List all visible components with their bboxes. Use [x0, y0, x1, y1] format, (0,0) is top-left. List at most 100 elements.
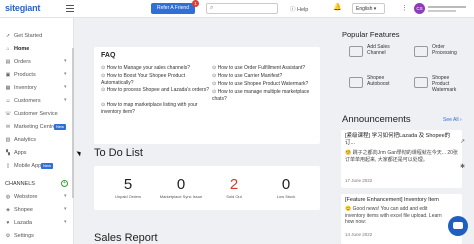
sidebar-item-label: Customer Service: [14, 111, 58, 117]
sidebar-item-marketing-centre[interactable]: ✉ Marketing Centre New: [0, 121, 74, 134]
faq-question[interactable]: ⊙ How to use manage multiple marketplace…: [212, 89, 318, 102]
faq-question-text: How to use manage multiple marketplace c…: [212, 89, 310, 102]
feature-label: Shopee Product Watermark: [432, 75, 457, 93]
globe-icon: ◍: [5, 194, 11, 200]
sidebar-item-label: Shopee: [14, 207, 33, 213]
faq-question-text: How to Manage your sales channels?: [106, 65, 190, 71]
new-tag: New: [41, 163, 54, 169]
faq-question[interactable]: ⊙ How to Boost Your Shopee Product Autom…: [101, 73, 209, 86]
announcement-card[interactable]: [紧级课程] 学习如何把Lazada 及 Shopee的订... 🧐 跳子之都向…: [341, 130, 462, 188]
watermark-icon: [414, 77, 428, 88]
todo-title: To Do List: [94, 147, 143, 159]
sidebar-item-get-started[interactable]: ➚ Get Started: [0, 30, 74, 43]
sidebar-item-customers[interactable]: ☺ Customers ▾: [0, 95, 74, 108]
search-input[interactable]: ⌕: [206, 3, 278, 14]
stat-value: 0: [176, 176, 186, 193]
sidebar-item-label: Settings: [14, 233, 34, 239]
menu-toggle-icon[interactable]: [66, 5, 74, 12]
sidebar-item-webstore[interactable]: ◍ Webstore ▾: [0, 191, 74, 204]
sidebar-item-label: Marketing Centre: [14, 124, 57, 130]
chevron-down-icon: ▾: [64, 84, 67, 90]
chevron-down-icon: ▾: [64, 97, 67, 103]
sidebar-item-customer-service[interactable]: ☏ Customer Service: [0, 108, 74, 121]
stat-label: Marketplace Sync Issue: [159, 194, 203, 199]
share-icon[interactable]: ↗: [460, 138, 465, 145]
faq-question[interactable]: ⊙ How to Manage your sales channels?: [101, 65, 209, 72]
gear-icon: ⚙: [5, 233, 11, 239]
sidebar-item-inventory[interactable]: ▦ Inventory ▾: [0, 82, 74, 95]
sidebar-item-label: Analytics: [14, 137, 37, 143]
announcement-body: 😊 Good news! You can add and edit invent…: [345, 206, 442, 225]
see-all-link[interactable]: See All ›: [443, 117, 462, 123]
chevron-down-icon: ▾: [64, 219, 67, 225]
help-link[interactable]: ⓘ Help: [290, 5, 308, 13]
sidebar-item-lazada[interactable]: ♥ Lazada ▾: [0, 217, 74, 230]
sidebar-item-home[interactable]: ⌂ Home: [0, 43, 74, 56]
bell-icon[interactable]: 🔔: [333, 3, 342, 11]
sidebar-item-products[interactable]: ▣ Products ▾: [0, 69, 74, 82]
new-tag: New: [54, 124, 67, 130]
logo[interactable]: sitegiant: [5, 3, 40, 13]
todo-low-stock[interactable]: 0 Low Stock: [260, 176, 312, 199]
faq-question[interactable]: ⊙ How to map marketplace listing with yo…: [101, 102, 209, 115]
cart-icon: ▤: [5, 59, 11, 65]
faq-question[interactable]: ⊙ How to use Order Fulfillment Assistant…: [212, 65, 318, 72]
announcement-title: [紧级课程] 学习如何把Lazada 及 Shopee的订...: [345, 133, 451, 146]
mobile-icon: ▯: [6, 163, 10, 169]
sales-report-title: Sales Report: [94, 232, 158, 244]
sidebar-item-orders[interactable]: ▤ Orders ▾: [0, 56, 74, 69]
search-icon: ⌕: [210, 5, 214, 11]
mouse-cursor-icon: [76, 149, 83, 157]
top-bar: sitegiant Refer A Friend 1 ⌕ ⓘ Help 🔔 En…: [0, 0, 474, 18]
add-channel-button[interactable]: +: [61, 180, 68, 187]
bug-icon[interactable]: ✱: [460, 163, 465, 170]
sidebar-item-settings[interactable]: ⚙ Settings: [0, 230, 74, 243]
feature-shopee-autoboost[interactable]: Shopee Autoboost: [349, 75, 401, 99]
feature-label: Order Processing: [432, 44, 457, 56]
announcement-title: [Feature Enhancement] Inventory Item: [345, 197, 439, 203]
language-value: English: [356, 6, 373, 12]
feature-order-processing[interactable]: Order Processing: [414, 44, 466, 68]
avatar[interactable]: CS: [414, 3, 425, 14]
sidebar-item-label: Inventory: [14, 85, 37, 91]
channels-label: CHANNELS: [5, 181, 35, 187]
faq-question[interactable]: ⊙ How to process Shopee and Lazada's ord…: [101, 87, 209, 94]
see-all-label: See All: [443, 117, 459, 123]
todo-marketplace-sync-issue[interactable]: 0 Marketplace Sync Issue: [155, 176, 207, 199]
faq-question[interactable]: ⊙ How to use Carrier Manifest?: [212, 73, 318, 80]
sidebar-item-apps[interactable]: ▚ Apps: [0, 147, 74, 160]
sidebar-item-label: Lazada: [14, 220, 33, 226]
faq-question-text: How to Boost Your Shopee Product Automat…: [101, 73, 185, 86]
faq-question-text: How to process Shopee and Lazada's order…: [106, 87, 210, 93]
sidebar-scrollbar[interactable]: [72, 48, 74, 198]
todo-sold-out[interactable]: 2 Sold Out: [208, 176, 260, 199]
user-email-placeholder: [428, 10, 456, 12]
announcement-date: 17 June 2022: [345, 178, 373, 183]
feature-label: Shopee Autoboost: [367, 75, 390, 87]
todo-unpaid-orders[interactable]: 5 Unpaid Orders: [102, 176, 154, 199]
chat-icon[interactable]: [448, 216, 468, 236]
stat-label: Unpaid Orders: [114, 194, 141, 199]
faq-question-text: How to use Carrier Manifest?: [217, 73, 283, 79]
stat-label: Low Stock: [276, 194, 296, 199]
apps-grid-icon[interactable]: ⋮: [401, 4, 408, 12]
feature-add-sales-channel[interactable]: Add Sales Channel: [349, 44, 401, 68]
store-icon: [349, 46, 363, 57]
sidebar-item-label: Orders: [14, 59, 31, 65]
sidebar-item-label: Home: [14, 46, 30, 52]
sidebar-item-mobile-app[interactable]: ▯ Mobile App New: [0, 160, 74, 173]
faq-question[interactable]: ⊙ How to use Shopee Product Watermark?: [212, 81, 318, 88]
refer-a-friend-button[interactable]: Refer A Friend: [151, 3, 195, 14]
stat-value: 0: [281, 176, 291, 193]
language-select[interactable]: English ▾: [352, 3, 385, 14]
inventory-icon: ▦: [5, 85, 11, 91]
feature-shopee-product-watermark[interactable]: Shopee Product Watermark: [414, 75, 466, 99]
stat-value: 2: [229, 176, 239, 193]
home-icon: ⌂: [6, 46, 10, 52]
user-name-placeholder: [428, 6, 466, 8]
sidebar-item-analytics[interactable]: ▥ Analytics: [0, 134, 74, 147]
sidebar-item-shopee[interactable]: ◈ Shopee ▾: [0, 204, 74, 217]
rocket-icon: ➚: [5, 33, 11, 39]
announcement-card[interactable]: [Feature Enhancement] Inventory Item 😊 G…: [341, 194, 462, 244]
faq-title: FAQ: [101, 52, 116, 59]
